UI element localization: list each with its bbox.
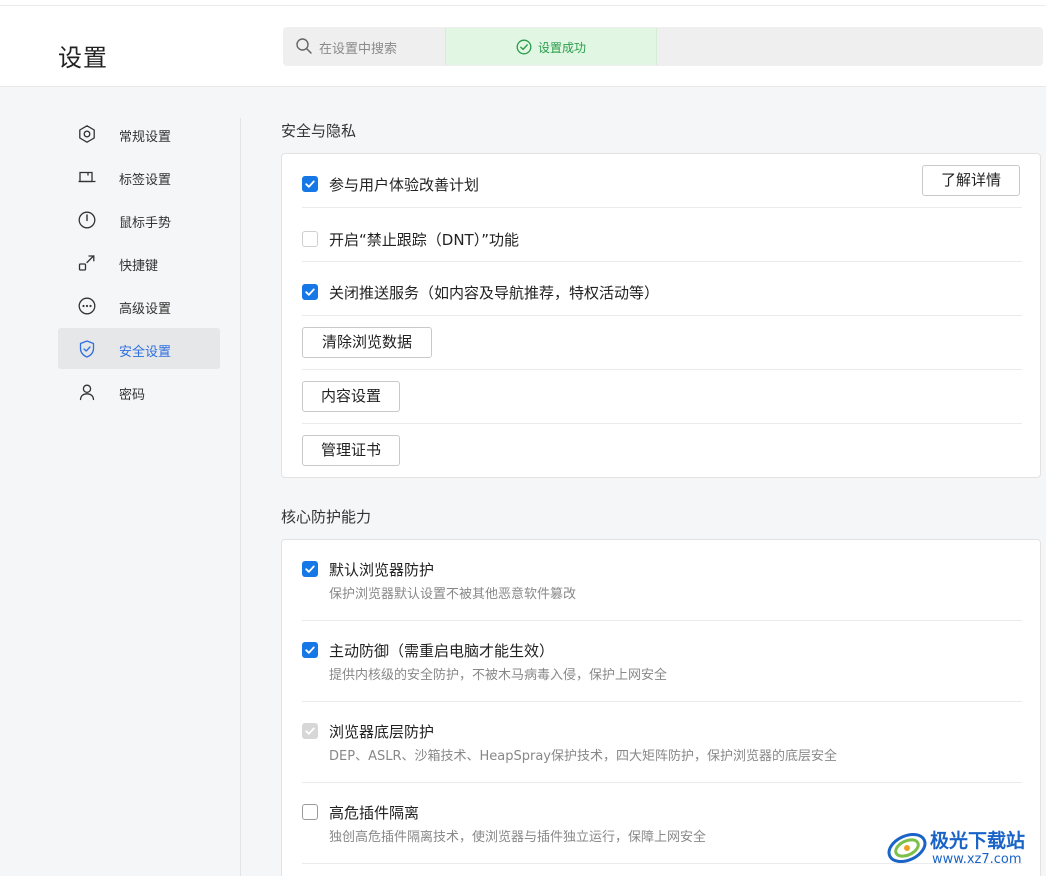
top-divider xyxy=(0,5,1046,6)
success-toast: 设置成功 xyxy=(445,28,657,65)
sidebar: 常规设置 标签设置 鼠标手势 快捷键 高级设置 安全设置 密码 xyxy=(58,113,220,414)
search-input[interactable]: 在设置中搜索 xyxy=(319,38,397,57)
push-service-label: 关闭推送服务（如内容及导航推荐，特权活动等） xyxy=(329,284,660,302)
top-bar: 设置 在设置中搜索 设置成功 xyxy=(0,0,1046,87)
hexagon-gear-icon xyxy=(79,125,95,143)
sidebar-item-mouse-gestures[interactable]: 鼠标手势 xyxy=(58,199,220,240)
low-level-protection-checkbox xyxy=(302,723,318,739)
sidebar-item-shortcuts[interactable]: 快捷键 xyxy=(58,242,220,283)
sidebar-item-label: 常规设置 xyxy=(119,130,172,145)
sidebar-item-label: 安全设置 xyxy=(119,345,172,360)
watermark-logo-icon xyxy=(887,832,927,864)
ux-program-checkbox[interactable] xyxy=(302,176,318,192)
setting-row: 主动防御（需重启电脑才能生效） 提供内核级的安全防护，不被木马病毒入侵，保护上网… xyxy=(302,621,1022,702)
setting-row: 内容设置 xyxy=(302,370,1022,424)
active-defense-checkbox[interactable] xyxy=(302,642,318,658)
sidebar-divider xyxy=(240,118,241,876)
setting-row: 浏览器底层防护 DEP、ASLR、沙箱技术、HeapSpray保护技术，四大矩阵… xyxy=(302,702,1022,783)
default-browser-protection-label: 默认浏览器防护 xyxy=(329,561,435,579)
clear-browsing-data-button[interactable]: 清除浏览数据 xyxy=(302,327,432,358)
low-level-protection-desc: DEP、ASLR、沙箱技术、HeapSpray保护技术，四大矩阵防护，保护浏览器… xyxy=(329,749,837,764)
push-service-checkbox[interactable] xyxy=(302,284,318,300)
low-level-protection-label: 浏览器底层防护 xyxy=(329,723,435,741)
user-icon xyxy=(79,384,95,401)
check-icon xyxy=(305,288,315,296)
sidebar-item-advanced[interactable]: 高级设置 xyxy=(58,285,220,326)
sidebar-item-label: 高级设置 xyxy=(119,302,172,317)
check-icon xyxy=(305,646,315,654)
setting-row: 关闭推送服务（如内容及导航推荐，特权活动等） xyxy=(302,262,1022,316)
active-defense-desc: 提供内核级的安全防护，不被木马病毒入侵，保护上网安全 xyxy=(329,668,668,683)
mouse-icon xyxy=(78,211,96,229)
section-title-core-protection: 核心防护能力 xyxy=(281,508,372,526)
default-browser-protection-checkbox[interactable] xyxy=(302,561,318,577)
sidebar-item-tabs[interactable]: 标签设置 xyxy=(58,156,220,197)
plugin-isolation-label: 高危插件隔离 xyxy=(329,804,420,822)
setting-row: 管理证书 xyxy=(302,424,1022,478)
check-icon xyxy=(305,727,315,735)
content-settings-button[interactable]: 内容设置 xyxy=(302,381,400,412)
dnt-checkbox[interactable] xyxy=(302,231,318,247)
manage-certificates-button[interactable]: 管理证书 xyxy=(302,435,400,466)
setting-row: 默认浏览器防护 保护浏览器默认设置不被其他恶意软件篡改 xyxy=(302,540,1022,621)
shield-icon xyxy=(79,340,95,358)
learn-more-button[interactable]: 了解详情 xyxy=(922,165,1020,196)
site-watermark: 极光下载站 www.xz7.com xyxy=(884,824,1042,872)
check-icon xyxy=(305,565,315,573)
check-icon xyxy=(305,180,315,188)
search-box[interactable]: 在设置中搜索 设置成功 xyxy=(283,27,1043,66)
shortcut-arrow-icon xyxy=(78,255,95,271)
page-title: 设置 xyxy=(58,44,108,72)
sidebar-item-label: 快捷键 xyxy=(119,259,159,274)
section-title-security-privacy: 安全与隐私 xyxy=(281,122,357,140)
sidebar-item-passwords[interactable]: 密码 xyxy=(58,371,220,412)
setting-row: 清除浏览数据 xyxy=(302,316,1022,370)
watermark-title: 极光下载站 xyxy=(930,830,1026,852)
check-circle-icon xyxy=(516,39,532,55)
plugin-isolation-checkbox[interactable] xyxy=(302,804,318,820)
more-dots-icon xyxy=(78,297,96,315)
sidebar-item-security[interactable]: 安全设置 xyxy=(58,328,220,369)
security-privacy-card: 参与用户体验改善计划 了解详情 开启“禁止跟踪（DNT）”功能 关闭推送服务（如… xyxy=(281,153,1041,478)
dnt-label: 开启“禁止跟踪（DNT）”功能 xyxy=(329,231,519,249)
sidebar-item-label: 鼠标手势 xyxy=(119,216,172,231)
search-icon xyxy=(296,38,312,54)
sidebar-item-label: 标签设置 xyxy=(119,173,172,188)
sidebar-item-label: 密码 xyxy=(119,388,146,403)
default-browser-protection-desc: 保护浏览器默认设置不被其他恶意软件篡改 xyxy=(329,587,577,602)
setting-row: 参与用户体验改善计划 了解详情 xyxy=(302,154,1022,208)
toast-text: 设置成功 xyxy=(538,41,587,55)
setting-row: 开启“禁止跟踪（DNT）”功能 xyxy=(302,208,1022,262)
watermark-url: www.xz7.com xyxy=(932,852,1022,867)
ux-program-label: 参与用户体验改善计划 xyxy=(329,176,480,194)
tab-icon xyxy=(78,171,96,183)
sidebar-item-general[interactable]: 常规设置 xyxy=(58,113,220,154)
plugin-isolation-desc: 独创高危插件隔离技术，使浏览器与插件独立运行，保障上网安全 xyxy=(329,830,707,845)
active-defense-label: 主动防御（需重启电脑才能生效） xyxy=(329,642,555,660)
